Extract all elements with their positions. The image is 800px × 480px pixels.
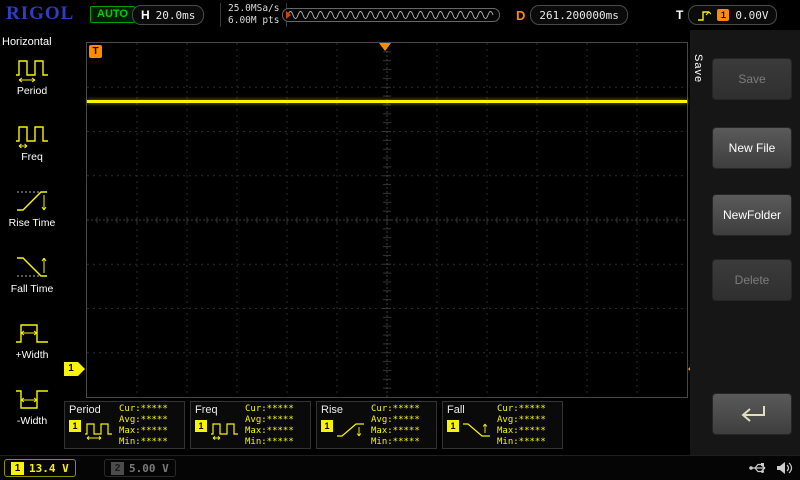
channel1-status[interactable]: 1 13.4 V bbox=[4, 459, 76, 477]
memory-wave-icon bbox=[282, 8, 500, 22]
bottom-status-bar: 1 13.4 V 2 5.00 V bbox=[0, 455, 800, 480]
trigger-position-marker bbox=[379, 43, 391, 51]
measurement-name: Freq bbox=[195, 404, 243, 416]
measurement-avg: Avg:***** bbox=[371, 415, 436, 426]
measurement-min: Min:***** bbox=[245, 437, 310, 448]
measurement-cur: Cur:***** bbox=[119, 404, 184, 415]
memory-depth: 6.00M pts bbox=[228, 15, 279, 27]
save-button[interactable]: Save bbox=[712, 58, 792, 100]
delay-value: 261.200000ms bbox=[539, 9, 618, 22]
sidebar-item-freq[interactable]: Freq bbox=[0, 116, 64, 182]
sidebar-item-label: Rise Time bbox=[9, 217, 56, 229]
top-status-bar: RIGOL AUTO H 20.0ms 25.0MSa/s 6.00M pts … bbox=[0, 0, 800, 30]
sidebar-item-pos-width[interactable]: +Width bbox=[0, 314, 64, 380]
return-button[interactable] bbox=[712, 393, 792, 435]
rigol-logo: RIGOL bbox=[6, 3, 74, 25]
channel1-trace bbox=[87, 100, 687, 103]
measurement-avg: Avg:***** bbox=[119, 415, 184, 426]
measurement-source-badge: 1 bbox=[69, 420, 81, 432]
memory-position-indicator bbox=[282, 8, 500, 27]
sidebar-item-fall-time[interactable]: Fall Time bbox=[0, 248, 64, 314]
horizontal-timebase-group: H 20.0ms bbox=[132, 5, 204, 25]
sidebar-item-neg-width[interactable]: -Width bbox=[0, 380, 64, 446]
trigger-level-value: 0.00V bbox=[735, 9, 768, 22]
sidebar-item-label: -Width bbox=[17, 415, 47, 427]
measurement-name: Rise bbox=[321, 404, 369, 416]
measurement-source-badge: 1 bbox=[447, 420, 459, 432]
channel2-badge: 2 bbox=[111, 462, 124, 475]
measurement-readout-row: Period 1 Cur:***** Avg:***** Max:***** M… bbox=[64, 401, 563, 449]
measurement-source-badge: 1 bbox=[321, 420, 333, 432]
return-arrow-icon bbox=[734, 402, 770, 426]
channel1-badge: 1 bbox=[11, 462, 24, 475]
measurement-panel-rise: Rise 1 Cur:***** Avg:***** Max:***** Min… bbox=[316, 401, 437, 449]
measurement-panel-period: Period 1 Cur:***** Avg:***** Max:***** M… bbox=[64, 401, 185, 449]
measure-sidebar: Horizontal Period Freq Rise Time bbox=[0, 30, 64, 455]
measurement-max: Max:***** bbox=[245, 426, 310, 437]
softkey-menu-panel: Save Save New File NewFolder Delete bbox=[690, 30, 800, 455]
waveform-display: T bbox=[86, 42, 688, 398]
measurement-max: Max:***** bbox=[497, 426, 562, 437]
sample-rate: 25.0MSa/s bbox=[228, 3, 279, 15]
measurement-avg: Avg:***** bbox=[245, 415, 310, 426]
trigger-source-badge: 1 bbox=[717, 9, 729, 21]
measurement-name: Fall bbox=[447, 404, 495, 416]
trigger-readout-group: T 1 0.00V bbox=[676, 5, 777, 25]
measurement-name: Period bbox=[69, 404, 117, 416]
sidebar-item-label: +Width bbox=[16, 349, 49, 361]
trigger-slope-icon bbox=[697, 9, 711, 22]
timebase-value: 20.0ms bbox=[156, 9, 196, 22]
sidebar-item-label: Freq bbox=[21, 151, 43, 163]
measurement-min: Min:***** bbox=[371, 437, 436, 448]
sidebar-item-period[interactable]: Period bbox=[0, 50, 64, 116]
freq-icon bbox=[15, 120, 49, 150]
channel1-offset-marker[interactable]: 1 bbox=[64, 362, 78, 376]
measurement-cur: Cur:***** bbox=[497, 404, 562, 415]
rise-time-icon bbox=[15, 186, 49, 216]
measurement-min: Min:***** bbox=[497, 437, 562, 448]
period-mini-icon bbox=[84, 420, 114, 440]
measurement-max: Max:***** bbox=[371, 426, 436, 437]
measurement-max: Max:***** bbox=[119, 426, 184, 437]
delay-label: D bbox=[516, 8, 525, 23]
run-state-badge: AUTO bbox=[90, 6, 135, 23]
neg-width-icon bbox=[15, 384, 49, 414]
delete-button[interactable]: Delete bbox=[712, 259, 792, 301]
period-icon bbox=[15, 54, 49, 84]
measurement-cur: Cur:***** bbox=[371, 404, 436, 415]
usb-icon bbox=[748, 461, 770, 475]
new-folder-button[interactable]: NewFolder bbox=[712, 194, 792, 236]
rise-mini-icon bbox=[336, 420, 366, 440]
trigger-flag: T bbox=[89, 45, 102, 58]
measurement-panel-freq: Freq 1 Cur:***** Avg:***** Max:***** Min… bbox=[190, 401, 311, 449]
measurement-source-badge: 1 bbox=[195, 420, 207, 432]
channel2-scale: 5.00 V bbox=[129, 462, 169, 475]
measurement-min: Min:***** bbox=[119, 437, 184, 448]
horizontal-label: H bbox=[141, 8, 150, 22]
fall-mini-icon bbox=[462, 420, 492, 440]
new-file-button[interactable]: New File bbox=[712, 127, 792, 169]
measurement-cur: Cur:***** bbox=[245, 404, 310, 415]
channel2-status[interactable]: 2 5.00 V bbox=[104, 459, 176, 477]
graticule-grid bbox=[87, 43, 687, 397]
acquisition-info: 25.0MSa/s 6.00M pts bbox=[220, 3, 287, 27]
oscilloscope-screen: RIGOL AUTO H 20.0ms 25.0MSa/s 6.00M pts … bbox=[0, 0, 800, 480]
speaker-icon bbox=[776, 461, 794, 475]
sidebar-item-rise-time[interactable]: Rise Time bbox=[0, 182, 64, 248]
sidebar-item-label: Fall Time bbox=[11, 283, 54, 295]
pos-width-icon bbox=[15, 318, 49, 348]
freq-mini-icon bbox=[210, 420, 240, 440]
sidebar-item-label: Period bbox=[17, 85, 47, 97]
channel1-scale: 13.4 V bbox=[29, 462, 69, 475]
measure-category-header: Horizontal bbox=[0, 30, 64, 50]
trigger-label: T bbox=[676, 8, 683, 22]
delay-readout-group: D 261.200000ms bbox=[516, 5, 628, 25]
measurement-avg: Avg:***** bbox=[497, 415, 562, 426]
fall-time-icon bbox=[15, 252, 49, 282]
measurement-panel-fall: Fall 1 Cur:***** Avg:***** Max:***** Min… bbox=[442, 401, 563, 449]
menu-title-tab: Save bbox=[691, 52, 705, 85]
